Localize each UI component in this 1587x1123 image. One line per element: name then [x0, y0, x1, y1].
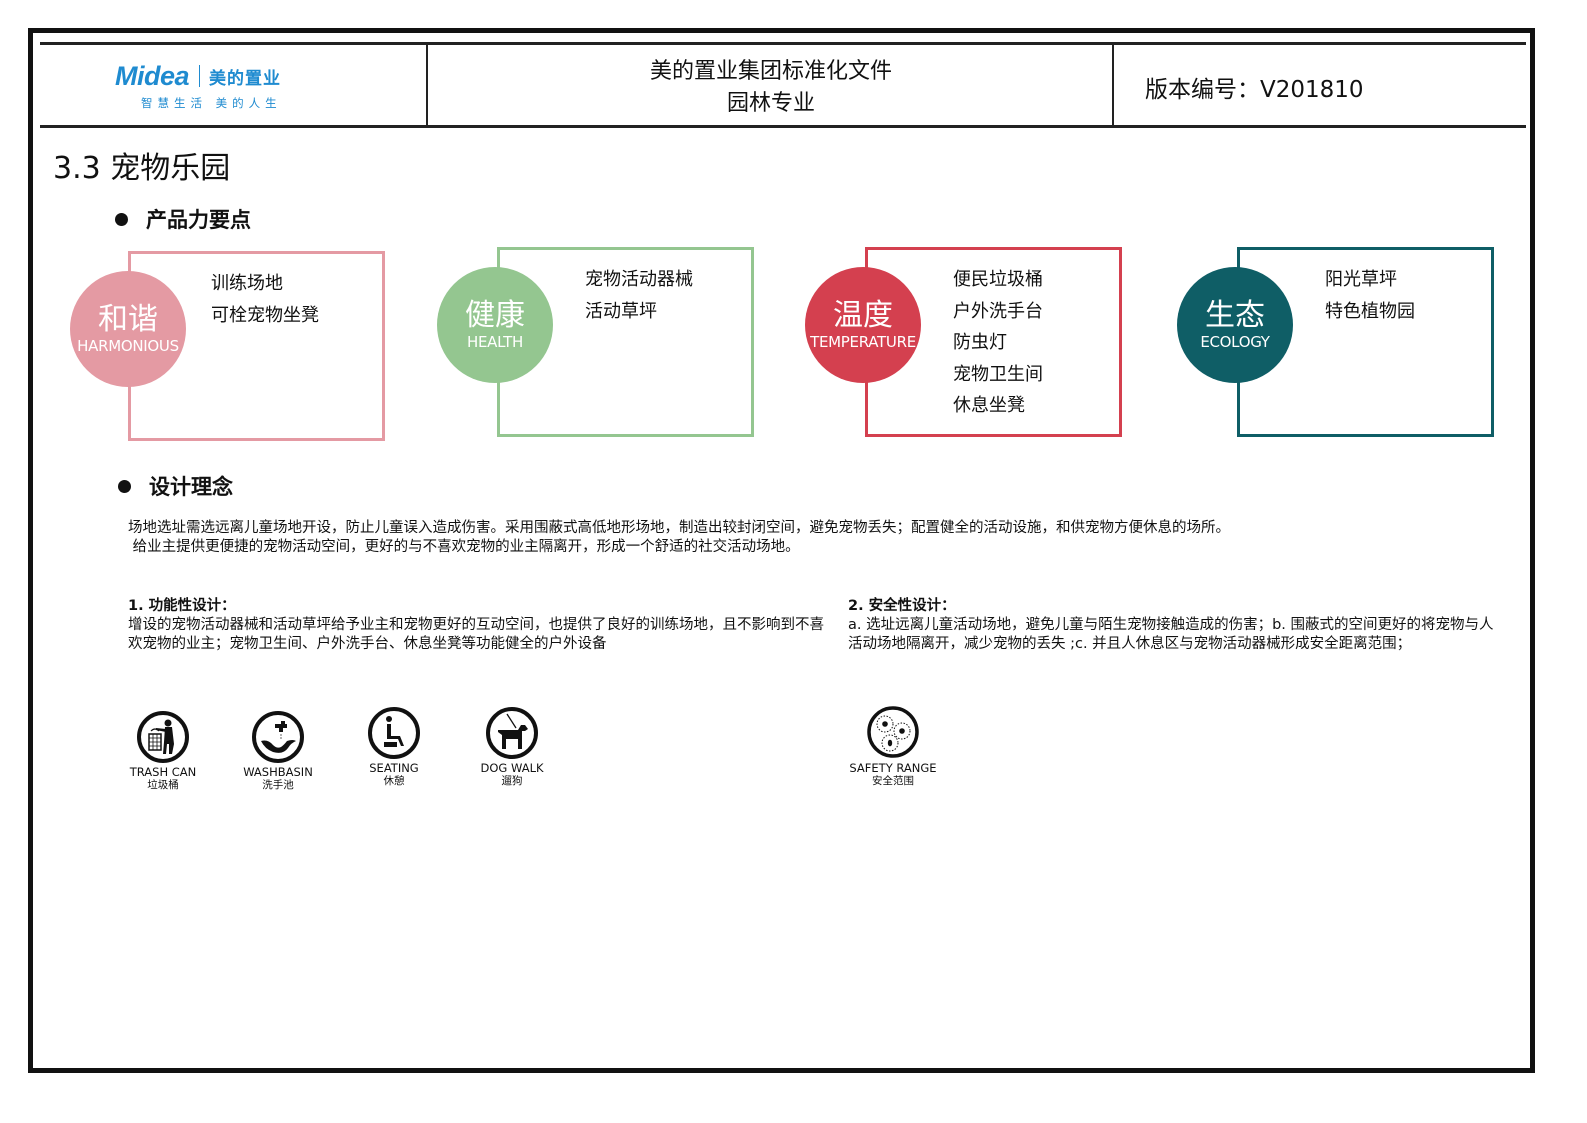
card-item: 训练场地: [211, 273, 283, 294]
circle-label-cn: 和谐: [98, 302, 158, 337]
document-title-line1: 美的置业集团标准化文件: [649, 59, 892, 84]
circle-label-en: HARMONIOUS: [77, 337, 179, 355]
sign-label-en: DOG WALK: [480, 761, 544, 775]
design-intro-line: 场地选址需选远离儿童场地开设，防止儿童误入造成伤害。采用围蔽式高低地形场地，制造…: [128, 520, 1230, 536]
midea-logo: Midea 美的置业 智慧生活 美的人生: [115, 60, 315, 115]
bullet-icon: [115, 212, 128, 226]
sign-safety-range: SAFETY RANGE 安全范围: [838, 704, 948, 787]
card-item: 特色植物园: [1325, 300, 1415, 322]
heading-text: 设计理念: [149, 475, 233, 499]
dog-walk-icon: [486, 707, 538, 759]
functional-design: 1. 功能性设计： 增设的宠物活动器械和活动草坪给予业主和宠物更好的互动空间，也…: [128, 597, 828, 654]
design-intro: 场地选址需选远离儿童场地开设，防止儿童误入造成伤害。采用围蔽式高低地形场地，制造…: [128, 519, 1508, 557]
sign-label-cn: 休憩: [383, 775, 405, 787]
design-concept-heading: 设计理念: [118, 471, 233, 501]
card-item: 宠物活动器械: [585, 269, 693, 290]
header-divider: [426, 44, 428, 127]
card-item: 休息坐凳: [953, 395, 1025, 416]
circle-ecology: 生态 ECOLOGY: [1177, 267, 1293, 383]
heading-text: 产品力要点: [146, 208, 251, 232]
card-item: 防虫灯: [953, 332, 1007, 353]
sign-label-cn: 洗手池: [262, 779, 294, 791]
circle-label-cn: 健康: [465, 298, 525, 333]
sign-label-en: WASHBASIN: [243, 765, 313, 779]
card-item: 户外洗手台: [953, 300, 1043, 322]
sign-seating: SEATING 休憩: [339, 706, 449, 787]
card-items: 训练场地 可栓宠物坐凳: [211, 268, 319, 331]
circle-label-cn: 温度: [833, 298, 893, 333]
sign-label-cn: 安全范围: [872, 775, 914, 787]
seating-icon: [368, 707, 420, 759]
circle-label-en: HEALTH: [467, 333, 523, 351]
sign-label-en: SAFETY RANGE: [849, 761, 937, 775]
card-items: 便民垃圾桶 户外洗手台 防虫灯 宠物卫生间 休息坐凳: [953, 264, 1043, 422]
bullet-icon: [118, 479, 131, 493]
functional-design-title: 1. 功能性设计：: [128, 598, 236, 614]
header-top-rule: [40, 42, 1526, 45]
circle-health: 健康 HEALTH: [437, 267, 553, 383]
design-intro-line: 给业主提供更便捷的宠物活动空间，更好的与不喜欢宠物的业主隔离开，形成一个舒适的社…: [128, 539, 800, 555]
washbasin-icon: [252, 711, 304, 763]
document-title: 美的置业集团标准化文件 园林专业: [429, 56, 1113, 120]
circle-label-en: TEMPERATURE: [810, 333, 916, 351]
sign-label-en: TRASH CAN: [129, 765, 197, 779]
circle-temperature: 温度 TEMPERATURE: [805, 267, 921, 383]
safety-range-icon: [867, 706, 919, 758]
circle-harmonious: 和谐 HARMONIOUS: [70, 271, 186, 387]
sign-dog-walk: DOG WALK 遛狗: [457, 706, 567, 787]
safety-design-body: a. 选址远离儿童活动场地，避免儿童与陌生宠物接触造成的伤害；b. 围蔽式的空间…: [848, 617, 1494, 652]
document-title-line2: 园林专业: [726, 91, 815, 116]
logo-separator: [199, 65, 201, 87]
card-item: 可栓宠物坐凳: [211, 304, 319, 326]
logo-brand-cn: 美的置业: [209, 68, 282, 89]
circle-label-cn: 生态: [1205, 298, 1265, 333]
functional-design-body: 增设的宠物活动器械和活动草坪给予业主和宠物更好的互动空间，也提供了良好的训练场地…: [128, 617, 824, 652]
safety-design-title: 2. 安全性设计：: [848, 598, 956, 614]
circle-label-en: ECOLOGY: [1200, 333, 1270, 351]
card-item: 便民垃圾桶: [953, 269, 1043, 290]
card-item: 阳光草坪: [1325, 269, 1397, 290]
section-title: 3.3 宠物乐园: [53, 151, 231, 186]
logo-slogan: 智慧生活 美的人生: [141, 96, 282, 110]
safety-design: 2. 安全性设计： a. 选址远离儿童活动场地，避免儿童与陌生宠物接触造成的伤害…: [848, 597, 1508, 654]
header-bottom-rule: [40, 125, 1526, 128]
card-items: 阳光草坪 特色植物园: [1325, 264, 1415, 327]
sign-trash-can: TRASH CAN 垃圾桶: [108, 710, 218, 791]
card-item: 宠物卫生间: [953, 363, 1043, 385]
card-items: 宠物活动器械 活动草坪: [585, 264, 693, 327]
trash-can-icon: [137, 711, 189, 763]
logo-brand: Midea: [115, 60, 190, 91]
sign-label-cn: 垃圾桶: [147, 779, 179, 791]
sign-label-cn: 遛狗: [501, 775, 523, 787]
version-number: 版本编号：V201810: [1145, 77, 1364, 103]
card-item: 活动草坪: [585, 300, 657, 322]
sign-washbasin: WASHBASIN 洗手池: [223, 710, 333, 791]
product-points-heading: 产品力要点: [115, 204, 251, 234]
sign-label-en: SEATING: [369, 761, 419, 775]
